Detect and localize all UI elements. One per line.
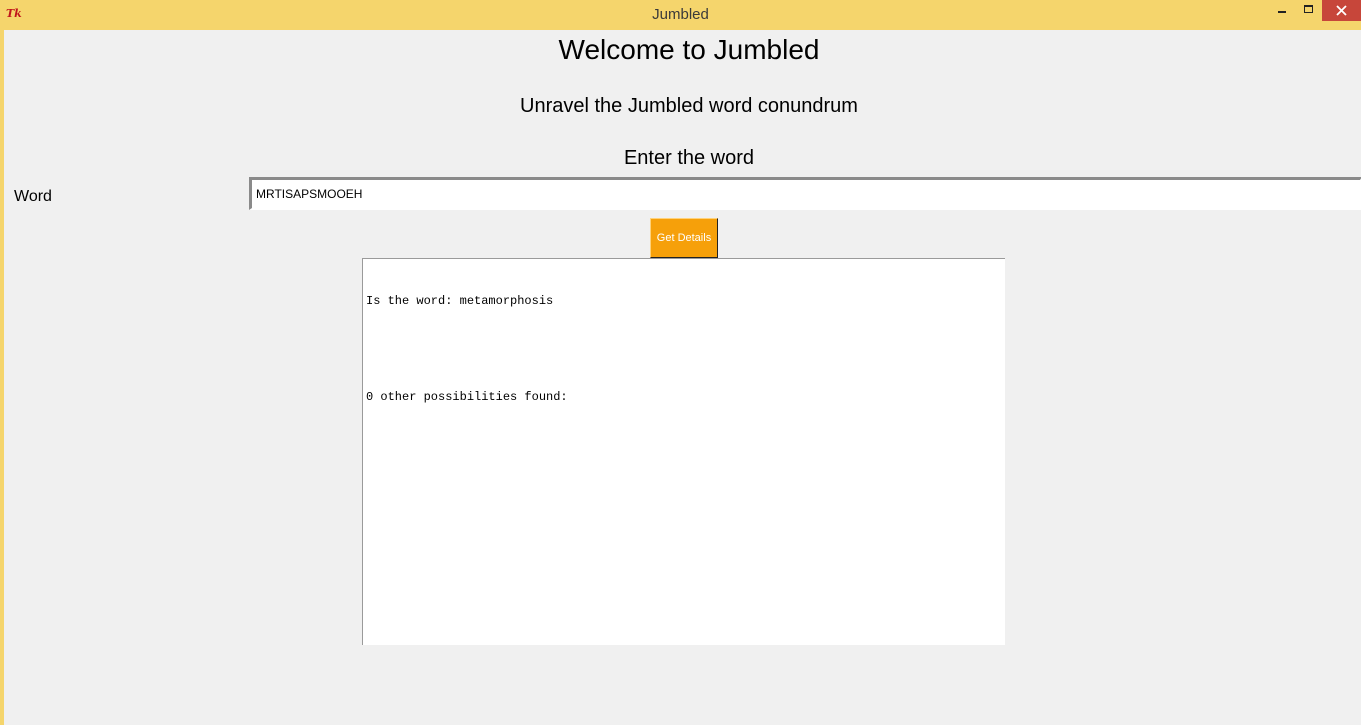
get-details-button[interactable]: Get Details [650,218,718,258]
page-subtitle: Unravel the Jumbled word conundrum [520,95,858,117]
window-title: Jumbled [652,6,709,23]
instruction-label: Enter the word [623,147,755,169]
result-line [366,341,1002,357]
result-line: 0 other possibilities found: [366,390,568,404]
word-input[interactable] [249,177,1361,210]
minimize-button[interactable] [1272,0,1292,21]
page-title: Welcome to Jumbled [558,34,820,65]
close-button[interactable] [1322,0,1361,21]
close-icon [1336,5,1347,16]
title-bar[interactable]: Jumbled Tk [0,0,1361,30]
word-label: Word [14,188,52,205]
main-content: Welcome to Jumbled Unravel the Jumbled w… [4,30,1361,725]
maximize-button[interactable] [1298,0,1320,21]
app-window: Jumbled Tk Welcome to Jumbled Unravel th… [0,0,1361,725]
tk-feather-icon[interactable]: Tk [6,6,22,22]
results-text-area[interactable]: Is the word: metamorphosis 0 other possi… [362,258,1005,645]
result-line: Is the word: metamorphosis [366,294,554,308]
